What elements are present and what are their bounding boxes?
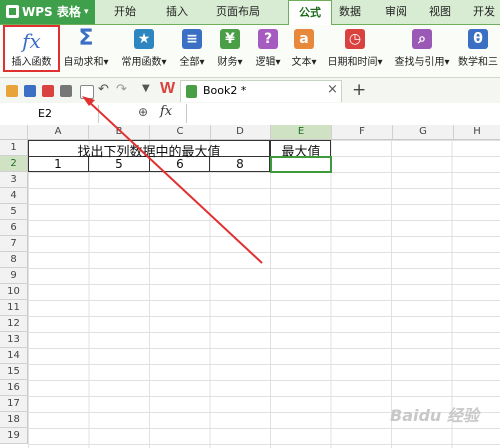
annotation-arrow: [82, 96, 263, 264]
baidu-watermark: Baidu 经验: [390, 406, 479, 425]
